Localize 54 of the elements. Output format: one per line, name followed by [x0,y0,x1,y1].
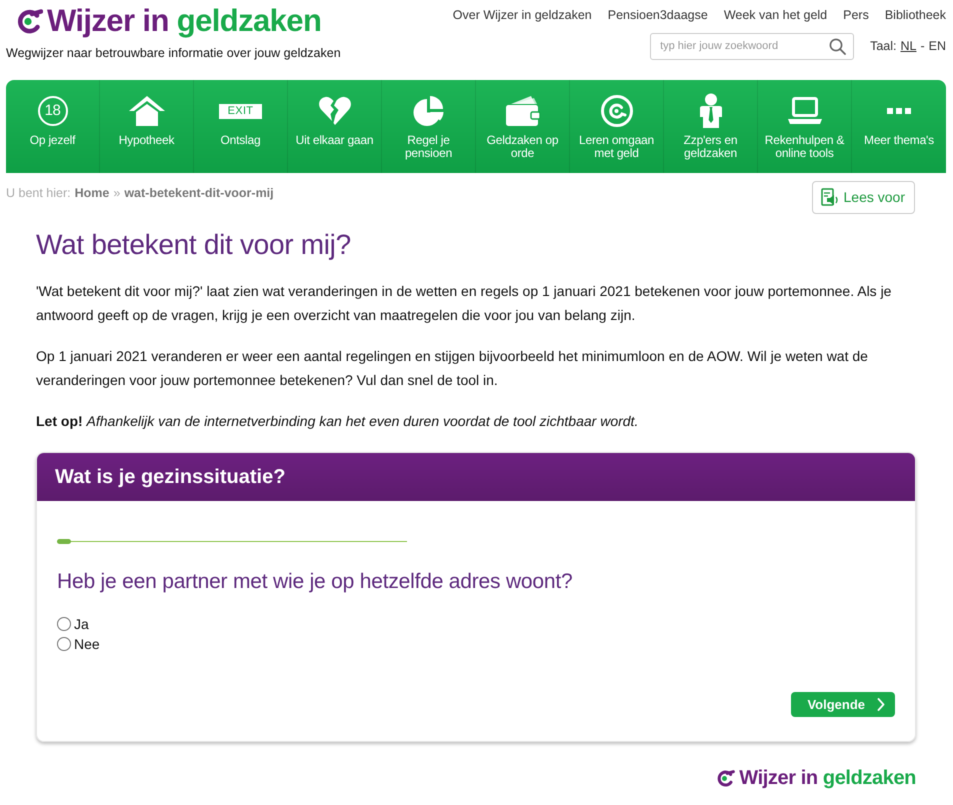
search-field[interactable]: typ hier jouw zoekwoord [650,32,854,60]
paragraph: Let op! Afhankelijk van de internetverbinding kan het even duren voordat de tool zichtbaar wordt. [36,412,640,431]
option-label[interactable]: Nee [74,634,100,654]
pie-chart-icon [412,95,444,127]
read-aloud-button[interactable]: Lees voor [812,181,915,214]
top-link[interactable]: Week van het geld [724,6,828,25]
language-link[interactable]: EN [928,36,946,56]
exit-sign: EXIT [218,104,262,118]
nav-link[interactable]: 18 Op jezelf [6,80,100,173]
nav-link[interactable]: Hypotheek [100,80,194,173]
paragraph: Op 1 januari 2021 veranderen er weer een aantal regelingen en stijgen bijvoorbeeld het minimumloon en de AOW. Wil je weten wat de veranderingen voor jouw portemonnee betekenen? Vul dan snel de tool in. [36,347,869,390]
speaker-icon [820,188,840,207]
question-text: Heb je een partner met wie je op hetzelfde adres woont? [57,569,574,595]
language-label: Taal: [870,38,896,55]
tagline: Wegwijzer naar betrouwbare informatie over jouw geldzaken [6,45,341,62]
target-icon [600,94,634,128]
logo-icon[interactable] [16,8,43,34]
nav-link[interactable]: Geldzaken op orde [476,80,570,173]
breadcrumb-label: U bent hier: [6,185,71,201]
page-title: Wat betekent dit voor mij? [36,228,352,262]
nav-link[interactable]: Regel je pensioen [382,80,476,173]
nav-link[interactable]: Zzp'ers en geldzaken [664,80,758,173]
top-link[interactable]: Over Wijzer in geldzaken [452,6,592,25]
language-link[interactable]: NL [900,36,916,56]
breadcrumb-link[interactable]: Home [74,185,110,201]
nav-link[interactable]: Leren omgaan met geld [570,80,664,173]
radio-button[interactable] [57,617,71,631]
nav-link[interactable]: Rekenhulpen & online tools [758,80,852,173]
top-link[interactable]: Pensioen3daagse [608,6,708,25]
logo-text[interactable]: Wijzer in geldzaken [739,766,916,790]
logo-icon[interactable] [716,770,736,786]
breadcrumb-separator: » [113,185,120,201]
search-icon[interactable] [829,38,846,55]
option-label[interactable]: Ja [74,614,89,634]
top-link[interactable]: Pers [843,6,869,25]
logo-text[interactable]: Wijzer in geldzaken [47,3,322,39]
broken-heart-icon [318,96,352,126]
top-link[interactable]: Bibliotheek [884,6,946,25]
paragraph: 'Wat betekent dit voor mij?' laat zien wat veranderingen in de wetten en regels op 1 januari 2021 betekenen voor jouw portemonnee. Als je antwoord geeft op de vragen, krijg je een overzicht van maatregelen die voor jou van belang zijn. [36,282,892,325]
card-header: Wat is je gezinssituatie? [37,453,915,501]
laptop-icon [786,96,822,126]
radio-button[interactable] [57,637,71,651]
house-icon [128,95,164,127]
person-with-tie-icon [698,93,724,129]
nav-link[interactable]: Uit elkaar gaan [288,80,382,173]
breadcrumb-current: wat-betekent-dit-voor-mij [124,185,274,201]
next-button[interactable]: Volgende [791,692,895,717]
chevron-right-icon [877,698,885,711]
wallet-icon [504,95,542,127]
nav-link[interactable]: EXIT Ontslag [194,80,288,173]
language-separator: - [920,38,925,55]
three-dots-icon [887,108,911,114]
nav-link[interactable]: Meer thema's [852,80,946,173]
age-badge: 18 [38,96,68,126]
